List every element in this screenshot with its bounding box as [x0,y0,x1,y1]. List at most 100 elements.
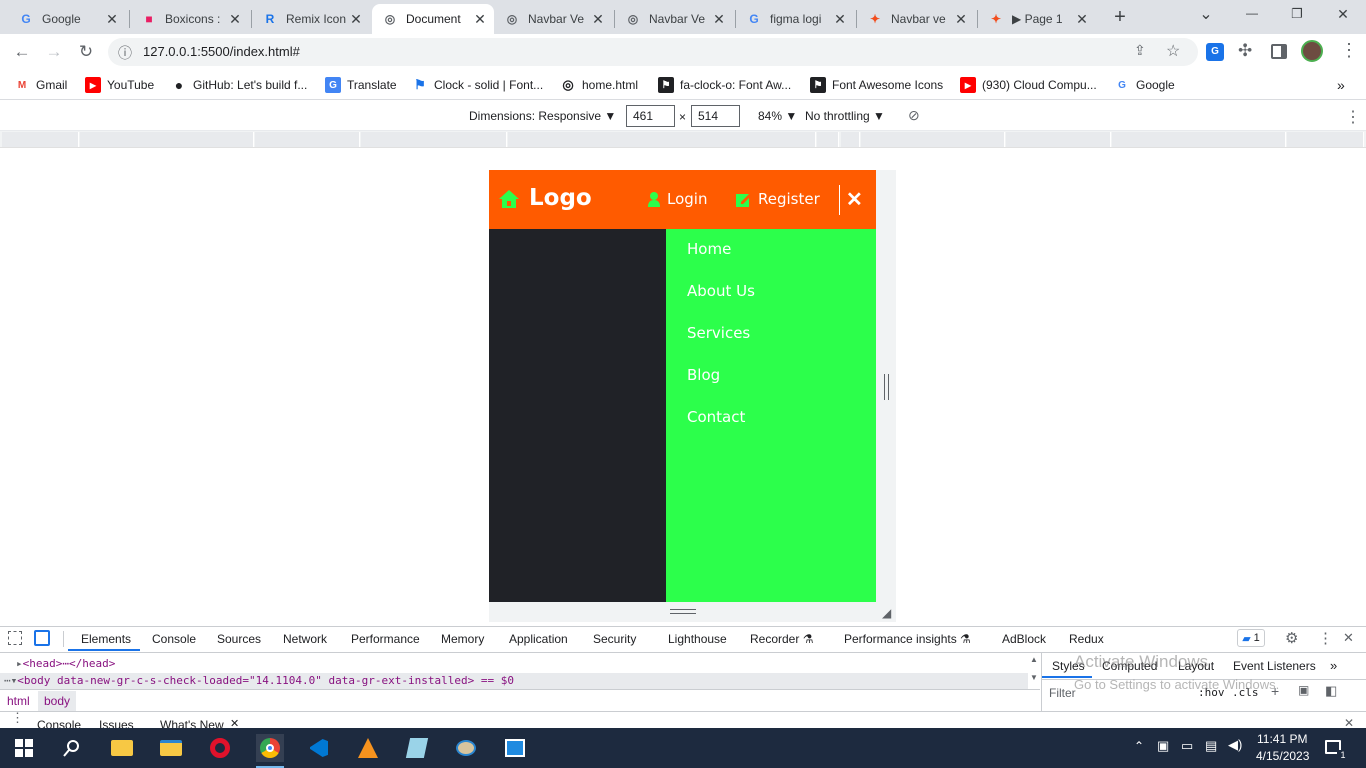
dom-node-head[interactable]: ▸<head>⋯</head> [16,657,115,670]
login-link[interactable]: Login [647,190,707,208]
tab[interactable]: G figma logi ✕ [736,4,854,34]
menu-item-services[interactable]: Services [687,324,750,342]
devtools-tab-lighthouse[interactable]: Lighthouse [668,632,727,646]
paint-icon[interactable] [452,734,480,762]
tab[interactable]: ■ Boxicons : ✕ [131,4,249,34]
window-close-button[interactable]: ✕ [1331,6,1355,23]
battery-icon[interactable]: ▭ [1181,738,1193,754]
styles-filter-input[interactable]: Filter [1049,686,1076,700]
devtools-tab-sources[interactable]: Sources [217,632,261,646]
volume-icon[interactable]: ◀) [1228,737,1242,753]
viewport-resize-handle-bottom[interactable]: ◢ [489,602,896,622]
taskbar-date[interactable]: 4/15/2023 [1256,749,1309,763]
bookmark-youtube[interactable]: ▶ YouTube [85,76,154,94]
tab-search-button[interactable]: ⌄ [1196,4,1216,24]
bookmark-clock-solid[interactable]: ⚑ Clock - solid | Font... [412,76,543,94]
toggle-sidebar-icon[interactable]: ◧ [1325,683,1337,699]
tab[interactable]: ◎ Navbar Ve ✕ [615,4,733,34]
devtools-tab-elements[interactable]: Elements [81,632,131,646]
devtools-tab-security[interactable]: Security [593,632,636,646]
menu-item-home[interactable]: Home [687,240,731,258]
tray-overflow-icon[interactable]: ⌃ [1134,739,1144,753]
taskbar-time[interactable]: 11:41 PM [1257,732,1307,746]
devtools-tab-adblock[interactable]: AdBlock [1002,632,1046,646]
viewport-resize-handle-right[interactable] [876,170,896,620]
close-tab-icon[interactable]: ✕ [348,11,364,28]
bookmark-cloud-computing[interactable]: ▶ (930) Cloud Compu... [960,76,1097,94]
vscode-icon[interactable] [305,734,333,762]
bookmark-gmail[interactable]: M Gmail [14,76,68,94]
breadcrumb-html[interactable]: html [7,694,30,708]
devtools-close-icon[interactable]: ✕ [1343,630,1354,646]
url-text[interactable]: 127.0.0.1:5500/index.html# [143,44,300,59]
photos-icon[interactable] [501,734,529,762]
breadcrumb-body[interactable]: body [38,691,77,711]
site-info-icon[interactable]: ⓘ [118,43,132,63]
address-bar[interactable]: ⓘ 127.0.0.1:5500/index.html# ⇪ ☆ [108,38,1198,66]
vlc-icon[interactable] [354,734,382,762]
issues-badge[interactable]: ▰ 1 [1237,629,1265,647]
close-tab-icon[interactable]: ✕ [590,11,606,28]
close-tab-icon[interactable]: ✕ [472,11,488,28]
viewport-width-input[interactable]: 461 [626,105,675,127]
dom-scroll-down-icon[interactable]: ▼ [1030,673,1038,682]
close-tab-icon[interactable]: ✕ [711,11,727,28]
extensions-puzzle-icon[interactable]: ✣ [1238,41,1252,61]
site-logo-text[interactable]: Logo [529,185,592,211]
devtools-tab-performance-insights[interactable]: Performance insights ⚗ [844,632,971,646]
styles-tab-event-listeners[interactable]: Event Listeners [1233,659,1316,673]
rotate-icon[interactable]: ⊘ [908,107,920,124]
back-arrow-icon[interactable]: ← [10,40,34,64]
forward-arrow-icon[interactable]: → [42,40,66,64]
settings-gear-icon[interactable]: ⚙ [1285,629,1298,647]
close-tab-icon[interactable]: ✕ [953,11,969,28]
devtools-tab-console[interactable]: Console [152,632,196,646]
bookmark-star-icon[interactable]: ☆ [1166,41,1180,61]
tab-active[interactable]: ◎ Document ✕ [372,4,494,34]
dom-scroll-up-icon[interactable]: ▲ [1030,655,1038,664]
bookmark-fa-clock[interactable]: ⚑ fa-clock-o: Font Aw... [658,76,791,94]
styles-tabs-more[interactable]: » [1330,658,1337,673]
throttling-select[interactable]: No throttling ▼ [805,109,885,123]
restore-button[interactable]: ❐ [1285,6,1309,22]
tab[interactable]: ✦ ▶ Page 1 ✕ [978,4,1096,34]
drawer-menu-icon[interactable]: ⋮ [11,710,24,726]
close-tab-icon[interactable]: ✕ [1074,11,1090,28]
zoom-select[interactable]: 84% ▼ [758,109,797,123]
browser-menu-icon[interactable]: ⋮ [1340,40,1358,61]
inspect-element-icon[interactable] [8,631,22,645]
profile-avatar[interactable] [1301,40,1323,62]
bookmark-home-html[interactable]: ◎ home.html [560,76,638,94]
reload-icon[interactable]: ↻ [74,40,98,64]
dom-node-body[interactable]: ⋯▾<body data-new-gr-c-s-check-loaded="14… [4,674,514,687]
close-tab-icon[interactable]: ✕ [104,11,120,28]
devtools-tab-memory[interactable]: Memory [441,632,484,646]
notes-app-icon[interactable] [403,734,431,762]
devtools-tab-application[interactable]: Application [509,632,568,646]
close-tab-icon[interactable]: ✕ [227,11,243,28]
tab[interactable]: ✦ Navbar ve ✕ [857,4,975,34]
element-state-icon[interactable]: ▣ [1298,683,1309,697]
devtools-tab-network[interactable]: Network [283,632,327,646]
network-icon[interactable]: ▤ [1205,738,1217,754]
bookmark-translate[interactable]: G Translate [325,76,397,94]
windows-start-icon[interactable] [10,734,38,762]
chrome-icon[interactable] [256,734,284,762]
folder-icon[interactable] [157,734,185,762]
menu-item-contact[interactable]: Contact [687,408,745,426]
viewport-height-input[interactable]: 514 [691,105,740,127]
device-toggle-icon[interactable] [34,630,50,646]
menu-item-about-us[interactable]: About Us [687,282,755,300]
share-icon[interactable]: ⇪ [1134,42,1146,59]
search-icon[interactable] [58,734,86,762]
devtools-menu-icon[interactable]: ⋮ [1318,629,1333,647]
tab[interactable]: G Google ✕ [8,4,126,34]
new-tab-button[interactable]: + [1108,5,1132,29]
resize-corner-icon[interactable]: ◢ [882,606,891,620]
media-query-bar[interactable] [0,131,1366,148]
minimize-button[interactable]: — [1240,6,1264,20]
dimensions-select[interactable]: Dimensions: Responsive ▼ [469,109,616,123]
device-toolbar-more-icon[interactable]: ⋮ [1345,107,1361,127]
opera-icon[interactable] [206,734,234,762]
bookmark-github[interactable]: ● GitHub: Let's build f... [171,76,308,94]
